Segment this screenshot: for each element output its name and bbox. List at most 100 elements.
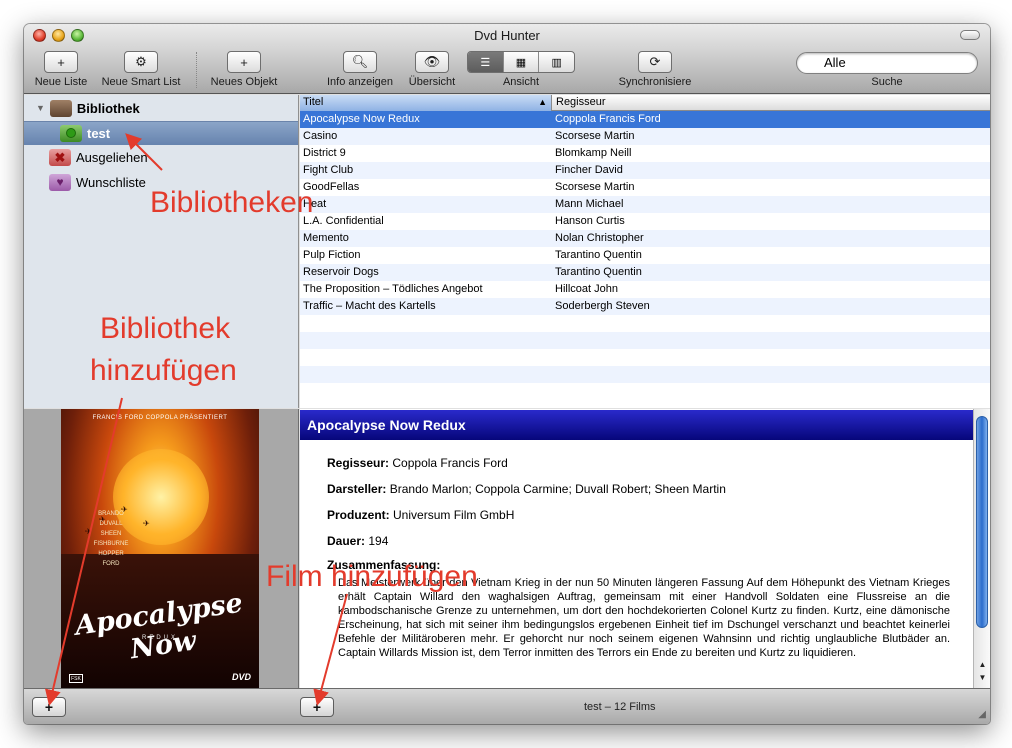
cover-pane: FRANCIS FORD COPPOLA PRÄSENTIERT ✈ ✈ ✈ ✈…	[24, 409, 299, 688]
empty-table-row	[300, 349, 990, 366]
sync-label: Synchronisiere	[618, 76, 692, 88]
cell-title: GoodFellas	[303, 181, 360, 193]
search-input[interactable]: Alle	[796, 52, 978, 74]
barcode-view-icon[interactable]: ▥	[539, 52, 574, 72]
add-library-button[interactable]: +	[32, 697, 66, 717]
annotation-add-library-line1: Bibliothek	[100, 312, 231, 345]
table-row[interactable]: Fight Club Fincher David	[300, 162, 990, 179]
empty-table-row	[300, 315, 990, 332]
cell-director: Tarantino Quentin	[555, 266, 642, 278]
window-title: Dvd Hunter	[474, 28, 540, 43]
show-info-label: Info anzeigen	[326, 76, 394, 88]
column-header-label: Titel	[303, 96, 324, 108]
status-bar: + + test – 12 Films ◢	[24, 688, 990, 724]
sidebar-item-library[interactable]: ▼ Bibliothek	[36, 97, 140, 119]
sidebar-item-test[interactable]: test	[60, 122, 110, 144]
sidebar-item-label: Wunschliste	[76, 174, 146, 190]
annotation-add-film: Film hinzufügen	[266, 560, 478, 593]
disclosure-triangle-icon[interactable]: ▼	[36, 103, 45, 113]
column-header-title[interactable]: Titel ▲	[300, 95, 552, 111]
table-row[interactable]: The Proposition – Tödliches Angebot Hillc…	[300, 281, 990, 298]
new-object-button[interactable]: +	[227, 51, 261, 73]
empty-table-row	[300, 383, 990, 400]
new-object-label: Neues Objekt	[210, 76, 278, 88]
cell-director: Scorsese Martin	[555, 130, 635, 142]
toolbar-toggle-button[interactable]	[960, 30, 980, 40]
resize-grip-icon[interactable]: ◢	[978, 709, 986, 720]
scrollbar-thumb[interactable]	[976, 416, 988, 628]
poster-cast-name: HOPPER	[98, 551, 124, 557]
sync-icon: ⟳	[649, 54, 661, 69]
cell-director: Coppola Francis Ford	[555, 113, 661, 125]
dvd-logo: DVD	[231, 672, 251, 682]
overview-button[interactable]: 👁︎	[415, 51, 449, 73]
detail-scrollbar[interactable]: ▲ ▼	[973, 409, 990, 688]
detail-director: Regisseur: Coppola Francis Ford	[327, 456, 508, 470]
table-row[interactable]: Pulp Fiction Tarantino Quentin	[300, 247, 990, 264]
show-info-button[interactable]: 🔍︎	[343, 51, 377, 73]
table-row[interactable]: District 9 Blomkamp Neill	[300, 145, 990, 162]
detail-duration: Dauer: 194	[327, 534, 389, 548]
table-row[interactable]: Memento Nolan Christopher	[300, 230, 990, 247]
cell-director: Fincher David	[555, 164, 623, 176]
cell-title: The Proposition – Tödliches Angebot	[303, 283, 483, 295]
cell-title: Traffic – Macht des Kartells	[303, 300, 436, 312]
poster-cast-name: BRANDO	[98, 511, 124, 517]
table-row[interactable]: GoodFellas Scorsese Martin	[300, 179, 990, 196]
table-row[interactable]: Traffic – Macht des Kartells Soderbergh S…	[300, 298, 990, 315]
grid-view-icon[interactable]: ▦	[504, 52, 540, 72]
gear-icon: ⚙	[135, 54, 147, 69]
wishlist-folder-icon: ♥	[49, 173, 71, 191]
detail-pane: Apocalypse Now Redux Regisseur: Coppola …	[300, 409, 990, 688]
cell-title: L.A. Confidential	[303, 215, 384, 227]
table-row[interactable]: L.A. Confidential Hanson Curtis	[300, 213, 990, 230]
toolbar: Dvd Hunter + Neue Liste ⚙ Neue Smart Lis…	[24, 24, 990, 94]
search-label: Suche	[871, 76, 903, 88]
borrowed-folder-icon: ✖	[49, 148, 71, 166]
poster-cast-name: FORD	[102, 561, 120, 567]
table-row[interactable]: Reservoir Dogs Tarantino Quentin	[300, 264, 990, 281]
film-table: Titel ▲ Regisseur Apocalypse Now Redux Co…	[300, 95, 990, 408]
info-magnifier-icon: 🔍︎	[351, 54, 369, 69]
detail-cast: Darsteller: Brando Marlon; Coppola Carmi…	[327, 482, 726, 496]
cell-director: Hanson Curtis	[555, 215, 625, 227]
poster-cast-list: BRANDO DUVALL SHEEN FISHBURNE HOPPER FORD	[91, 509, 131, 569]
cell-director: Mann Michael	[555, 198, 624, 210]
cell-director: Hillcoat John	[555, 283, 618, 295]
plus-icon: +	[57, 54, 65, 70]
sidebar-item-borrowed[interactable]: ✖ Ausgeliehen	[49, 146, 148, 168]
scroll-down-arrow-icon[interactable]: ▼	[976, 672, 989, 684]
list-view-icon[interactable]: ☰	[468, 52, 504, 72]
sidebar-item-wishlist[interactable]: ♥ Wunschliste	[49, 171, 146, 193]
cell-director: Nolan Christopher	[555, 232, 644, 244]
new-smart-list-button[interactable]: ⚙	[124, 51, 158, 73]
empty-table-row	[300, 366, 990, 383]
sidebar-item-label: test	[87, 125, 111, 141]
add-film-button[interactable]: +	[300, 697, 334, 717]
library-folder-icon	[49, 99, 72, 117]
poster-credit: FRANCIS FORD COPPOLA PRÄSENTIERT	[92, 415, 228, 421]
cell-title: Memento	[303, 232, 349, 244]
table-row[interactable]: Heat Mann Michael	[300, 196, 990, 213]
cell-title: Fight Club	[303, 164, 354, 176]
cell-director: Scorsese Martin	[555, 181, 635, 193]
view-mode-segmented-control[interactable]: ☰ ▦ ▥	[467, 51, 575, 73]
table-row[interactable]: Apocalypse Now Redux Coppola Francis Ford	[300, 111, 990, 128]
annotation-add-library-line2: hinzufügen	[90, 354, 237, 387]
cell-title: Reservoir Dogs	[303, 266, 379, 278]
new-list-button[interactable]: +	[44, 51, 78, 73]
sidebar-item-label: Ausgeliehen	[76, 149, 148, 165]
column-header-director[interactable]: Regisseur	[553, 95, 990, 111]
overview-label: Übersicht	[408, 76, 456, 88]
plus-icon: +	[240, 54, 248, 70]
column-header-label: Regisseur	[556, 96, 606, 108]
age-rating-badge: FSK	[69, 674, 83, 683]
cell-director: Tarantino Quentin	[555, 249, 642, 261]
detail-body: Regisseur: Coppola Francis Ford Darstell…	[327, 450, 951, 660]
table-row[interactable]: Casino Scorsese Martin	[300, 128, 990, 145]
scroll-up-arrow-icon[interactable]: ▲	[976, 659, 989, 671]
eye-icon: 👁︎	[423, 54, 441, 69]
sync-button[interactable]: ⟳	[638, 51, 672, 73]
cell-title: District 9	[303, 147, 346, 159]
table-header: Titel ▲ Regisseur	[300, 95, 990, 111]
